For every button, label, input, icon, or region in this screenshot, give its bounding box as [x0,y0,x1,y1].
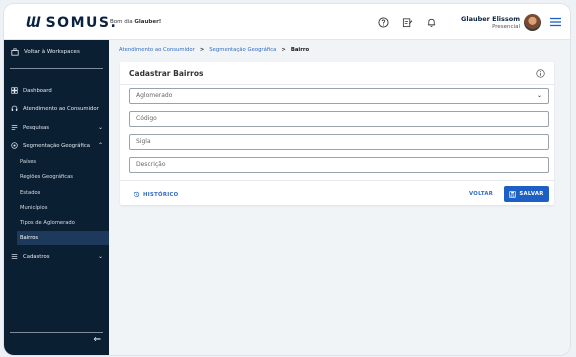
breadcrumb-separator: > [199,47,205,53]
descricao-field[interactable]: Descrição [129,157,549,173]
info-icon[interactable] [536,69,545,78]
codigo-field[interactable]: Código [129,111,549,127]
history-button[interactable]: HISTÓRICO [133,191,178,198]
top-header: Ɯ SOMUS. Bom dia Glauber! Glauber Elissom… [4,4,570,40]
title-divider [120,84,554,85]
breadcrumb-separator: > [281,47,286,53]
history-label: HISTÓRICO [143,191,179,198]
sidebar-divider [10,332,103,333]
form-card: Cadastrar Bairros Aglomerado ⌄ Código Si… [120,62,554,205]
help-icon[interactable] [378,17,389,28]
app-window: Ɯ SOMUS. Bom dia Glauber! Glauber Elissom… [4,4,570,355]
sidebar-subitem-tipos-de-aglomerado[interactable]: Tipos de Aglomerado [20,220,75,226]
somus-logo[interactable]: Ɯ SOMUS. [26,15,117,31]
sidebar-item-atendimento[interactable]: Atendimento ao Consumidor [11,105,105,112]
chevron-down-icon: ⌄ [97,124,103,131]
greeting: Bom dia Glauber! [110,19,161,25]
sidebar-subitem-bairros[interactable]: Bairros [20,235,38,241]
dashboard-icon [11,87,18,94]
breadcrumb: Atendimento ao Consumidor > Segmentação … [119,47,309,53]
back-to-workspaces-link[interactable]: Voltar à Workspaces [11,48,80,56]
breadcrumb-link[interactable]: Segmentação Geográfica [209,47,276,53]
bell-icon[interactable] [426,17,437,28]
edit-note-icon[interactable] [402,17,413,28]
sigla-field[interactable]: Sigla [129,134,549,150]
aglomerado-select[interactable]: Aglomerado ⌄ [129,88,549,104]
sidebar-item-pesquisas[interactable]: Pesquisas ⌄ [11,124,105,131]
user-name: Glauber Elissom [461,15,520,23]
field-placeholder: Aglomerado [136,92,173,99]
sidebar-item-label: Atendimento ao Consumidor [23,105,99,112]
sidebar-item-label: Dashboard [23,87,52,94]
user-status: Presencial [492,24,520,30]
sidebar-subitem-paises[interactable]: Países [20,159,36,165]
sidebar-subitem-municipios[interactable]: Municípios [20,205,47,211]
sidebar-item-label: Pesquisas [23,124,49,131]
greeting-prefix: Bom dia [110,19,135,25]
hamburger-menu-icon[interactable] [550,17,561,27]
save-label: SALVAR [519,191,544,197]
sidebar-subitem-estados[interactable]: Estados [20,190,40,196]
chevron-down-icon: ⌄ [97,253,103,260]
breadcrumb-current: Bairro [290,47,310,53]
field-placeholder: Código [136,115,157,122]
sidebar-divider [10,68,103,69]
location-icon [11,142,18,149]
survey-icon [11,125,18,130]
sidebar-item-label: Segmentação Geográfica [23,142,91,149]
user-avatar[interactable] [524,14,541,31]
chevron-up-icon: ⌃ [97,142,103,149]
collapse-sidebar-icon[interactable]: ⇐ [93,335,101,345]
headset-icon [11,105,18,111]
sidebar-item-cadastros[interactable]: Cadastros ⌄ [11,253,105,260]
floppy-disk-icon [509,190,517,198]
sidebar-item-dashboard[interactable]: Dashboard [11,87,105,94]
sidebar-item-segmentacao-geografica[interactable]: Segmentação Geográfica ⌃ [11,142,105,149]
sidebar-subitem-regioes-geograficas[interactable]: Regiões Geográficas [20,174,73,180]
list-icon [11,254,18,259]
briefcase-icon [11,48,19,56]
breadcrumb-link[interactable]: Atendimento ao Consumidor [119,47,195,53]
greeting-name: Glauber! [134,19,162,25]
logo-text: SOMUS. [45,15,118,31]
save-button[interactable]: SALVAR [504,186,549,202]
form-title: Cadastrar Bairros [129,69,204,78]
chevron-down-icon: ⌄ [536,92,542,99]
field-placeholder: Sigla [136,138,151,145]
field-placeholder: Descrição [136,161,166,168]
workspace-label: Voltar à Workspaces [24,49,80,55]
back-button[interactable]: VOLTAR [469,191,493,197]
footer-divider [120,180,554,181]
sidebar-item-label: Cadastros [23,253,50,260]
sidebar: Voltar à Workspaces Dashboard Atendiment… [4,40,109,355]
history-icon [133,191,140,198]
logo-mark: Ɯ [26,15,41,31]
